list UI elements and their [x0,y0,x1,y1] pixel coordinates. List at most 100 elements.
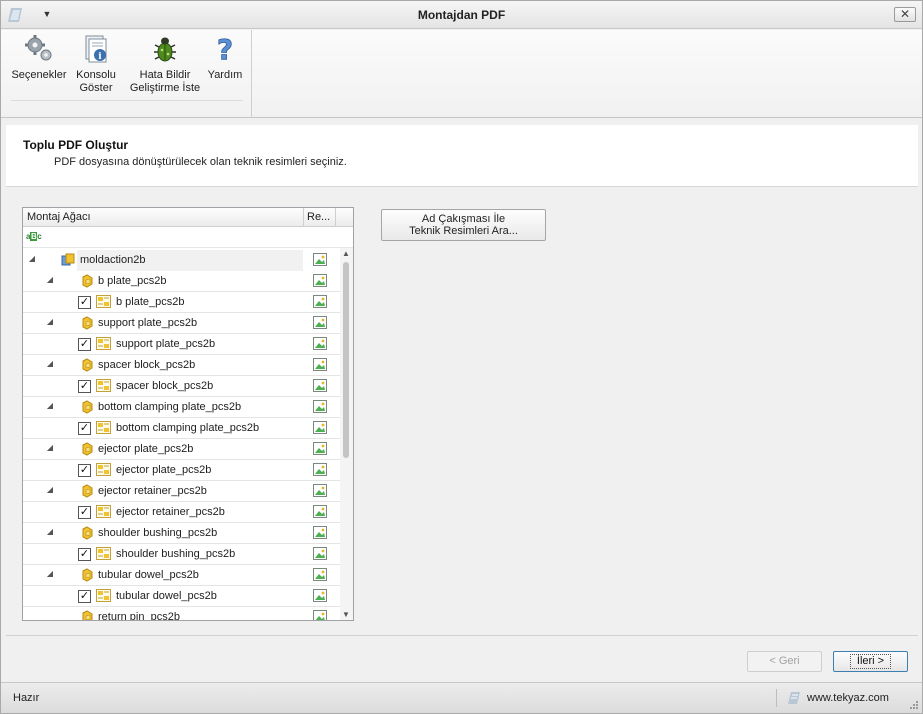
tree-assembly-row[interactable]: ◢ bottom clamping plate_pcs2b [23,397,341,418]
resource-image-icon[interactable] [313,295,327,308]
tree-drawing-row[interactable]: ✓ b plate_pcs2b [23,292,341,313]
show-console-label: Konsolu Göster [76,69,116,94]
tree-drawing-row[interactable]: ✓ shoulder bushing_pcs2b [23,544,341,565]
next-button[interactable]: İleri > [833,651,908,672]
tree-filter-row[interactable]: aBc [23,228,353,248]
report-bug-label: Hata Bildir Geliştirme İste [129,69,201,94]
drawing-checkbox[interactable]: ✓ [78,338,91,351]
assembly-label: tubular dowel_pcs2b [98,569,199,581]
drawing-checkbox[interactable]: ✓ [78,506,91,519]
tree-assembly-row[interactable]: ◢ support plate_pcs2b [23,313,341,334]
resource-image-icon[interactable] [313,421,327,434]
assembly-icon [82,400,93,414]
resource-image-icon[interactable] [313,568,327,581]
resource-image-icon[interactable] [313,253,327,266]
assembly-label: bottom clamping plate_pcs2b [98,401,242,413]
tree-rows: ◢ moldaction2b ◢ b plate_pcs2b ✓ b plate_pc… [23,250,341,621]
drawing-label: b plate_pcs2b [116,296,185,308]
search-drawings-by-name-button[interactable]: Ad Çakışması İle Teknik Resimleri Ara... [381,209,546,241]
column-header-assembly-tree[interactable]: Montaj Ağacı [27,211,91,223]
tree-drawing-row[interactable]: ✓ spacer block_pcs2b [23,376,341,397]
drawing-checkbox[interactable]: ✓ [78,548,91,561]
drawing-label: bottom clamping plate_pcs2b [116,422,260,434]
resource-image-icon[interactable] [313,463,327,476]
drawing-checkbox[interactable]: ✓ [78,296,91,309]
assembly-icon [82,274,93,288]
main-window: ▼ Montajdan PDF ✕ Seçenekler i Konsolu G… [0,0,923,714]
expand-arrow-icon[interactable]: ◢ [45,569,55,579]
drawing-checkbox[interactable]: ✓ [78,380,91,393]
resource-image-icon[interactable] [313,484,327,497]
scrollbar-thumb[interactable] [343,262,349,458]
tree-assembly-row[interactable]: ◢ tubular dowel_pcs2b [23,565,341,586]
tree-assembly-row[interactable]: ◢ ejector retainer_pcs2b [23,481,341,502]
drawing-icon [96,463,111,476]
tree-assembly-row[interactable]: ◢ spacer block_pcs2b [23,355,341,376]
resource-image-icon[interactable] [313,505,327,518]
expand-arrow-icon[interactable]: ◢ [45,527,55,537]
drawing-checkbox[interactable]: ✓ [78,422,91,435]
close-button[interactable]: ✕ [894,7,916,22]
tree-assembly-row[interactable]: ◢ b plate_pcs2b [23,271,341,292]
expand-arrow-icon[interactable]: ◢ [45,485,55,495]
report-bug-button[interactable]: Hata Bildir Geliştirme İste [124,33,206,99]
resource-image-icon[interactable] [313,610,327,621]
back-button[interactable]: < Geri [747,651,822,672]
resource-image-icon[interactable] [313,526,327,539]
resource-image-icon[interactable] [313,589,327,602]
options-button[interactable]: Seçenekler [8,33,70,99]
next-button-label: İleri > [849,654,892,669]
expand-arrow-icon[interactable]: ◢ [45,401,55,411]
tree-drawing-row[interactable]: ✓ support plate_pcs2b [23,334,341,355]
assembly-icon [82,316,93,330]
drawing-icon [96,547,111,560]
resource-image-icon[interactable] [313,274,327,287]
resource-image-icon[interactable] [313,337,327,350]
tree-assembly-row[interactable]: ◢ shoulder bushing_pcs2b [23,523,341,544]
expand-arrow-icon[interactable]: ◢ [45,359,55,369]
expand-arrow-icon[interactable]: ◢ [27,254,37,264]
tree-root-row[interactable]: ◢ moldaction2b [23,250,341,271]
options-label: Seçenekler [11,69,67,81]
resource-image-icon[interactable] [313,547,327,560]
drawing-label: tubular dowel_pcs2b [116,590,217,602]
tree-drawing-row[interactable]: ✓ ejector retainer_pcs2b [23,502,341,523]
console-info-icon: i [85,35,107,63]
resource-image-icon[interactable] [313,358,327,371]
drawing-icon [96,295,111,308]
expand-arrow-icon[interactable]: ◢ [45,443,55,453]
expand-arrow-icon[interactable]: ◢ [45,317,55,327]
expand-arrow-icon[interactable]: ◢ [45,275,55,285]
help-question-icon: ? [216,33,233,65]
assembly-icon [82,568,93,582]
website-link[interactable]: www.tekyaz.com [807,692,889,704]
drawing-icon [96,379,111,392]
tree-drawing-row[interactable]: ✓ tubular dowel_pcs2b [23,586,341,607]
resource-image-icon[interactable] [313,316,327,329]
drawing-checkbox[interactable]: ✓ [78,464,91,477]
website-logo-icon [788,692,800,704]
drawing-icon [96,589,111,602]
page-header: Toplu PDF Oluştur PDF dosyasına dönüştür… [6,125,918,187]
assembly-tree[interactable]: Montaj Ağacı Re... aBc ◢ moldaction2b ◢ … [22,207,354,621]
assembly-label: return pin_pcs2b [98,611,180,621]
drawing-label: spacer block_pcs2b [116,380,214,392]
tree-drawing-row[interactable]: ✓ ejector plate_pcs2b [23,460,341,481]
drawing-checkbox[interactable]: ✓ [78,590,91,603]
scroll-up-arrow-icon[interactable]: ▲ [342,249,350,258]
show-console-button[interactable]: i Konsolu Göster [70,33,122,99]
drawing-icon [96,421,111,434]
column-header-resource[interactable]: Re... [307,211,330,223]
tree-vertical-scrollbar[interactable]: ▲ ▼ [340,248,353,620]
resize-grip-icon[interactable] [908,699,918,709]
tree-assembly-row[interactable]: ◢ ejector plate_pcs2b [23,439,341,460]
tree-assembly-row[interactable]: return pin_pcs2b [23,607,341,621]
resource-image-icon[interactable] [313,400,327,413]
resource-image-icon[interactable] [313,442,327,455]
help-button[interactable]: ? Yardım [205,33,245,99]
resource-image-icon[interactable] [313,379,327,392]
tree-drawing-row[interactable]: ✓ bottom clamping plate_pcs2b [23,418,341,439]
scroll-down-arrow-icon[interactable]: ▼ [342,610,350,619]
assembly-label: spacer block_pcs2b [98,359,196,371]
bug-icon [154,37,176,62]
